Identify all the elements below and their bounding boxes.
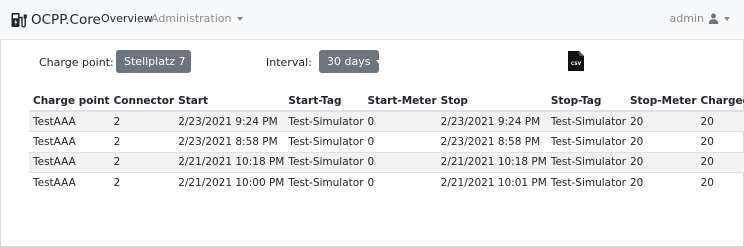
nav-administration-label: Administration	[151, 12, 232, 25]
cell-connector: 2	[109, 172, 175, 193]
nav-administration-dropdown[interactable]: Administration	[151, 12, 243, 25]
charging-station-icon	[11, 13, 27, 28]
cell-stop-meter: 20	[625, 131, 697, 152]
cell-stop-tag: Test-Simulator	[546, 110, 626, 132]
table-row[interactable]: TestAAA 2 2/23/2021 9:24 PM Test-Simulat…	[29, 110, 744, 132]
cell-charge-point: TestAAA	[29, 172, 110, 193]
cell-start-meter: 0	[363, 131, 437, 152]
user-name: admin	[669, 12, 704, 25]
col-header-charge-point: Charge point	[29, 91, 110, 112]
col-header-stop-meter: Stop-Meter	[625, 91, 697, 112]
cell-charged: 20	[696, 172, 744, 193]
cell-start-meter: 0	[363, 110, 437, 132]
table-row[interactable]: TestAAA 2 2/21/2021 10:18 PM Test-Simula…	[29, 151, 744, 173]
cell-stop-meter: 20	[625, 151, 697, 173]
caret-down-icon	[376, 59, 383, 64]
charge-point-dropdown-button[interactable]: Stellplatz 7	[116, 50, 198, 73]
user-icon	[708, 13, 719, 24]
cell-start: 2/23/2021 9:24 PM	[174, 110, 285, 132]
cell-stop-tag: Test-Simulator	[546, 172, 626, 193]
cell-connector: 2	[109, 110, 175, 132]
charge-point-label: Charge point:	[39, 56, 114, 69]
interval-dropdown-button[interactable]: 30 days	[319, 50, 383, 73]
cell-charged: 20	[696, 110, 744, 132]
csv-file-icon[interactable]: CSV	[568, 51, 584, 71]
cell-start: 2/21/2021 10:18 PM	[174, 151, 285, 173]
cell-stop-tag: Test-Simulator	[546, 131, 626, 152]
caret-down-icon	[191, 59, 198, 64]
cell-start-meter: 0	[363, 151, 437, 173]
col-header-charged: Charged	[696, 91, 744, 112]
cell-start: 2/23/2021 8:58 PM	[174, 131, 285, 152]
table-row[interactable]: TestAAA 2 2/23/2021 8:58 PM Test-Simulat…	[29, 131, 744, 152]
table-row[interactable]: TestAAA 2 2/21/2021 10:00 PM Test-Simula…	[29, 172, 744, 193]
cell-stop: 2/21/2021 10:18 PM	[436, 151, 547, 173]
col-header-stop-tag: Stop-Tag	[546, 91, 626, 112]
col-header-start: Start	[174, 91, 285, 112]
col-header-start-meter: Start-Meter	[363, 91, 437, 112]
table-header-row: Charge point Connector Start Start-Tag S…	[29, 91, 744, 112]
interval-label: Interval:	[266, 56, 312, 69]
user-menu-dropdown[interactable]: admin	[670, 12, 730, 25]
caret-down-icon	[724, 16, 730, 21]
cell-charge-point: TestAAA	[29, 131, 110, 152]
top-navbar: OCPP.Core Overview Administration admin	[0, 0, 744, 40]
csv-icon-label: CSV	[571, 61, 582, 67]
cell-stop-meter: 20	[625, 172, 697, 193]
cell-charged: 20	[696, 131, 744, 152]
cell-start-meter: 0	[363, 172, 437, 193]
transactions-table: Charge point Connector Start Start-Tag S…	[29, 91, 744, 193]
cell-stop: 2/23/2021 8:58 PM	[436, 131, 547, 152]
cell-start-tag: Test-Simulator	[284, 151, 364, 173]
cell-charge-point: TestAAA	[29, 110, 110, 132]
cell-charged: 20	[696, 151, 744, 173]
cell-connector: 2	[109, 151, 175, 173]
interval-selected-value: 30 days	[327, 55, 371, 68]
brand-name: OCPP.Core	[31, 12, 101, 28]
cell-start-tag: Test-Simulator	[284, 172, 364, 193]
brand-link[interactable]: OCPP.Core	[10, 10, 101, 30]
caret-down-icon	[236, 16, 243, 21]
charge-point-selected-value: Stellplatz 7	[124, 55, 186, 68]
col-header-start-tag: Start-Tag	[284, 91, 364, 112]
col-header-connector: Connector	[109, 91, 175, 112]
cell-stop: 2/21/2021 10:01 PM	[436, 172, 547, 193]
cell-start: 2/21/2021 10:00 PM	[174, 172, 285, 193]
col-header-stop: Stop	[436, 91, 547, 112]
cell-stop-meter: 20	[625, 110, 697, 132]
cell-start-tag: Test-Simulator	[284, 110, 364, 132]
nav-overview-link[interactable]: Overview	[101, 12, 153, 25]
cell-connector: 2	[109, 131, 175, 152]
cell-stop: 2/23/2021 9:24 PM	[436, 110, 547, 132]
cell-start-tag: Test-Simulator	[284, 131, 364, 152]
cell-stop-tag: Test-Simulator	[546, 151, 626, 173]
cell-charge-point: TestAAA	[29, 151, 110, 173]
